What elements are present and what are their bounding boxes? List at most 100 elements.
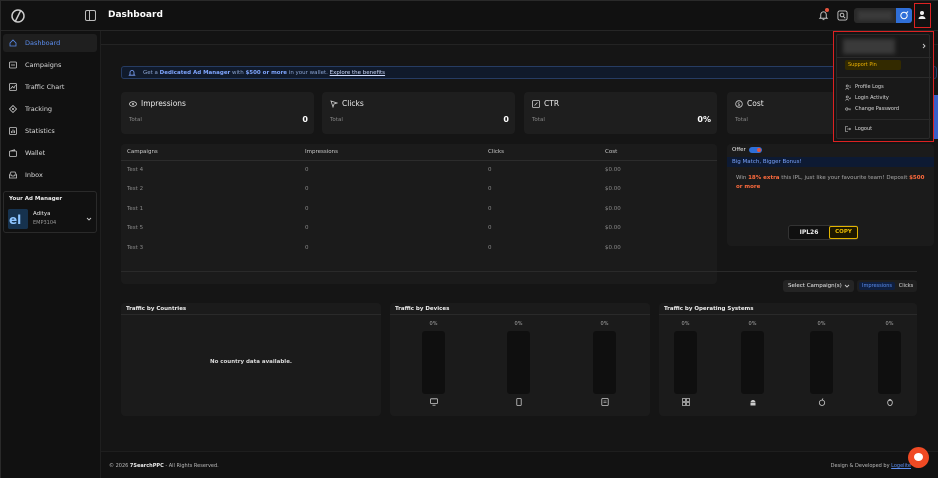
app-frame: Dashboard Dashboard Campaigns Traffic Ch… [0, 0, 938, 478]
bar-column [741, 331, 764, 394]
select-campaign-dropdown[interactable]: Select Campaign(s) [783, 280, 854, 292]
stat-sub: Total [330, 117, 343, 123]
campaign-icon [9, 61, 17, 69]
support-pin-badge[interactable]: Support Pin [845, 60, 901, 70]
profile-logs-icon [845, 84, 851, 90]
mobile-icon [516, 398, 522, 406]
cell-impressions: 0 [305, 206, 309, 212]
user-icon [918, 11, 926, 19]
bar-column [422, 331, 445, 394]
panel-divider [121, 314, 381, 315]
cell-cost: $0.00 [605, 206, 621, 212]
login-activity-icon [845, 95, 851, 101]
menu-item-label: Login Activity [855, 95, 889, 101]
wallet-balance[interactable] [854, 8, 912, 23]
sidebar-item-label: Inbox [25, 171, 43, 179]
cell-clicks: 0 [488, 186, 492, 192]
ctr-icon [532, 100, 540, 108]
sidebar-item-wallet[interactable]: Wallet [3, 144, 97, 162]
copy-button[interactable]: COPY [829, 226, 858, 239]
sidebar-item-inbox[interactable]: Inbox [3, 166, 97, 184]
menu-item-logout[interactable]: Logout [845, 125, 925, 134]
inbox-icon [9, 171, 17, 179]
main-content: Get a Dedicated Ad Manager with $500 or … [101, 31, 938, 478]
panel-title: Traffic by Devices [395, 306, 450, 312]
bar-column [674, 331, 697, 394]
cell-impressions: 0 [305, 167, 309, 173]
stat-title: CTR [544, 99, 560, 108]
stat-value: 0% [697, 115, 711, 124]
column-header: Campaigns [127, 149, 158, 155]
user-account-info[interactable] [843, 39, 895, 54]
menu-item-label: Logout [855, 126, 873, 132]
sidebar-toggle-icon[interactable] [85, 10, 96, 21]
sidebar-item-traffic-chart[interactable]: Traffic Chart [3, 78, 97, 96]
select-campaign-label: Select Campaign(s) [788, 283, 842, 289]
bar-percent: 0% [514, 321, 523, 327]
offer-headline-bar: Big Match, Bigger Bonus! [727, 157, 934, 167]
top-bar: Dashboard [1, 1, 938, 31]
menu-item-profile-logs[interactable]: Profile Logs [845, 83, 925, 92]
cell-campaign: Test 5 [127, 225, 144, 231]
tablet-icon [601, 398, 609, 406]
copyright-post: - All Rights Reserved. [163, 463, 219, 469]
sidebar-item-tracking[interactable]: Tracking [3, 100, 97, 118]
banner-highlight: Dedicated Ad Manager [159, 70, 231, 76]
stat-card-impressions: Impressions Total 0 [121, 92, 314, 134]
campaigns-table: Campaigns Impressions Clicks Cost Test 4… [121, 144, 717, 284]
offer-body: Win 18% extra this IPL, just like your f… [736, 174, 928, 192]
promo-code: IPL26 [799, 229, 819, 236]
traffic-by-countries-panel: Traffic by Countries No country data ava… [121, 303, 381, 416]
banner-suffix: in your wallet. [287, 70, 330, 76]
logo-icon[interactable] [10, 8, 26, 24]
add-funds-button[interactable] [896, 8, 912, 23]
sidebar: Dashboard Campaigns Traffic Chart Tracki… [1, 31, 101, 478]
zoom-icon[interactable] [837, 10, 848, 21]
menu-divider [837, 119, 931, 120]
wallet-add-icon [900, 11, 909, 20]
empty-state-text: No country data available. [209, 359, 293, 365]
explore-benefits-link[interactable]: Explore the benefits [330, 70, 385, 76]
menu-divider [837, 77, 931, 78]
user-menu-button[interactable] [914, 3, 931, 28]
stat-value: 0 [503, 115, 509, 124]
bar-column [878, 331, 901, 394]
design-credit-link[interactable]: Logelite [891, 463, 911, 469]
sidebar-item-label: Wallet [25, 149, 46, 157]
chat-button[interactable] [908, 447, 929, 468]
desktop-icon [430, 398, 438, 406]
windows-icon [682, 398, 690, 406]
sub-header [101, 31, 938, 45]
home-icon [9, 39, 17, 47]
menu-item-label: Profile Logs [855, 84, 884, 90]
bell-icon [128, 70, 136, 76]
ad-manager-card[interactable]: Your Ad Manager el Aditya EMP3104 [3, 191, 97, 233]
footer: © 2026 7SearchPPC - All Rights Reserved.… [101, 451, 938, 478]
menu-item-change-password[interactable]: Change Password [845, 105, 925, 114]
statistics-icon [9, 127, 17, 135]
section-divider [121, 271, 917, 272]
wallet-balance-value [858, 11, 892, 20]
sidebar-item-dashboard[interactable]: Dashboard [3, 34, 97, 52]
toggle-impressions[interactable]: Impressions [859, 282, 895, 290]
column-header: Impressions [305, 149, 338, 155]
sidebar-item-statistics[interactable]: Statistics [3, 122, 97, 140]
linux-icon [887, 399, 893, 406]
sidebar-item-campaigns[interactable]: Campaigns [3, 56, 97, 74]
menu-item-login-activity[interactable]: Login Activity [845, 94, 925, 103]
notification-dot [825, 8, 829, 12]
panel-title: Traffic by Operating Systems [664, 306, 754, 312]
toggle-clicks[interactable]: Clicks [897, 282, 915, 290]
logout-icon [845, 126, 851, 132]
cell-campaign: Test 3 [127, 245, 144, 251]
cell-cost: $0.00 [605, 167, 621, 173]
chevron-right-icon[interactable] [921, 43, 927, 49]
bar-percent: 0% [817, 321, 826, 327]
sidebar-item-label: Traffic Chart [25, 83, 65, 91]
chevron-down-icon[interactable] [86, 216, 92, 222]
cell-impressions: 0 [305, 225, 309, 231]
bar-column [507, 331, 530, 394]
svg-text:$: $ [737, 102, 740, 108]
cell-cost: $0.00 [605, 225, 621, 231]
menu-item-label: Change Password [855, 106, 900, 112]
